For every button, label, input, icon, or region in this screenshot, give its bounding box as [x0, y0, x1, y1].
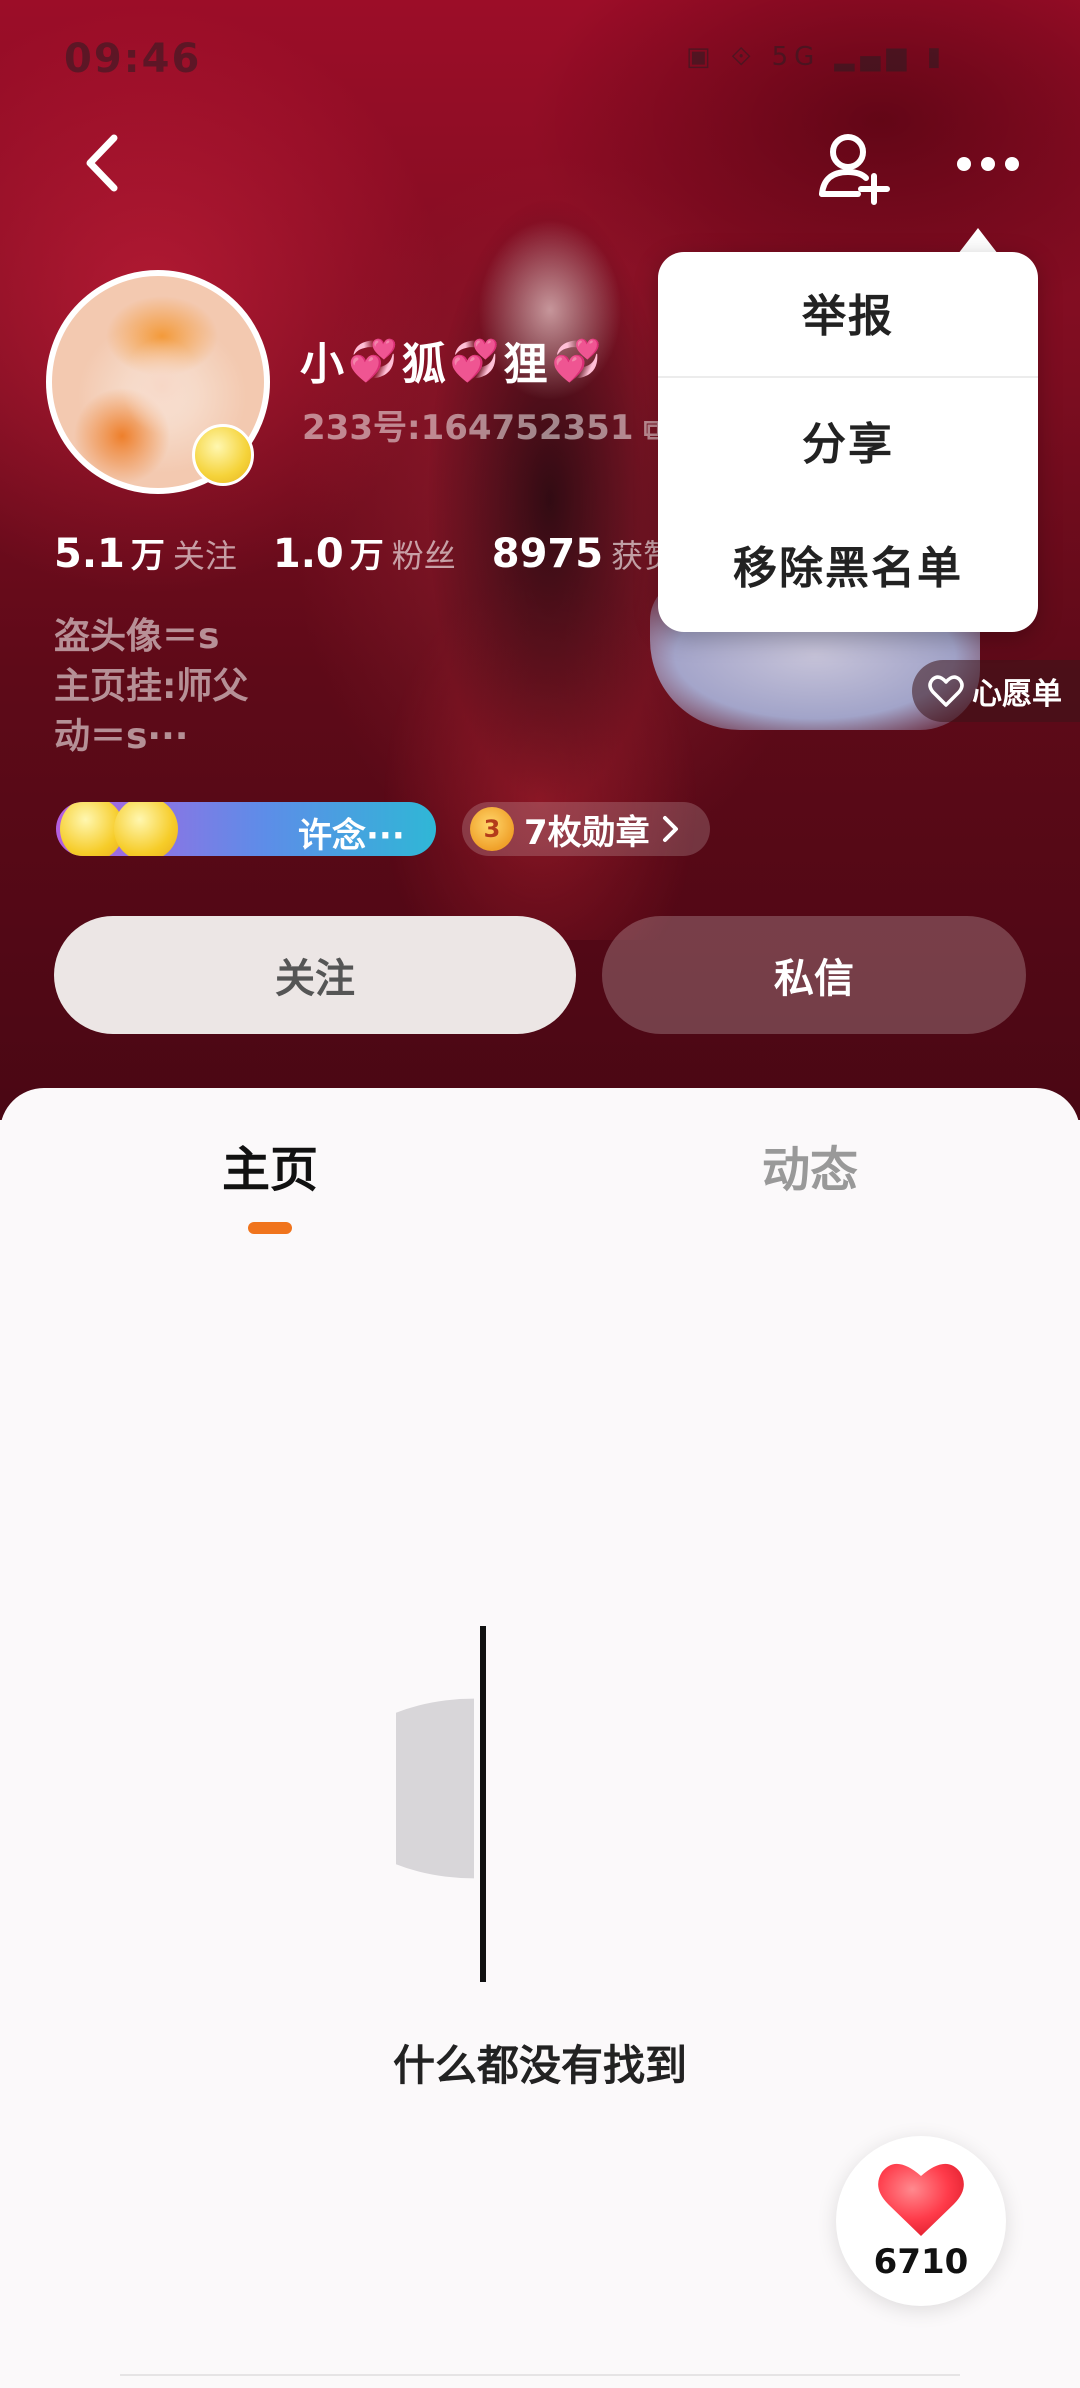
heart-emoji-icon: 💞 [449, 337, 500, 384]
chevron-left-icon [86, 134, 118, 192]
avatar-emoji-badge [192, 424, 254, 486]
heart-icon [878, 2163, 964, 2236]
stat-value: 1.0 [272, 531, 344, 577]
add-user-icon [819, 134, 890, 205]
menu-divider [658, 376, 1038, 378]
menu-item-report[interactable]: 举报 [658, 252, 1038, 372]
chevron-right-icon [662, 816, 678, 842]
medals-button[interactable]: 3 7枚勋章 [462, 802, 710, 856]
username-part: 小 [300, 339, 344, 390]
fan-tag-text: 许念··· [298, 816, 405, 856]
medal-icon-number: 3 [483, 815, 501, 843]
medals-label: 7枚勋章 [524, 812, 650, 853]
like-button[interactable]: 6710 [836, 2136, 1006, 2306]
fan-tag-pill[interactable]: 许念··· [56, 802, 436, 856]
user-id: 233号:164752351 ⧉ [302, 400, 663, 449]
stat-value: 5.1 [54, 531, 125, 577]
tab-feed[interactable]: 动态 [762, 1130, 858, 1200]
status-time: 09:46 [64, 36, 202, 82]
more-options-button[interactable] [950, 140, 1030, 200]
profile-stats: 5.1 万 关注 1.0 万 粉丝 8975 获赞 [54, 528, 711, 577]
heart-emoji-icon: 💞 [348, 337, 398, 384]
stat-followers[interactable]: 1.0 万 粉丝 [273, 528, 456, 577]
bio-line: 主页挂:师父 [54, 666, 249, 707]
bio[interactable]: 盗头像＝s 主页挂:师父 动＝s··· [54, 612, 248, 762]
username: 小 💞 狐 💞 狸 💞 [300, 325, 601, 395]
empty-state-text: 什么都没有找到 [392, 2041, 687, 2090]
bottom-edge [120, 2374, 960, 2388]
wishlist-label: 心愿单 [972, 677, 1062, 712]
menu-item-remove-blacklist[interactable]: 移除黑名单 [658, 504, 1038, 624]
more-dots-icon [957, 157, 1019, 171]
popup-arrow [958, 228, 998, 254]
follow-button[interactable]: 关注 [54, 916, 576, 1034]
stat-unit: 万 [130, 536, 165, 576]
stat-following[interactable]: 5.1 万 关注 [54, 528, 237, 577]
username-part: 狐 [401, 339, 446, 390]
tab-home[interactable]: 主页 [222, 1130, 318, 1200]
bio-line: 盗头像＝s [54, 616, 220, 657]
like-count: 6710 [873, 2242, 969, 2282]
wishlist-button[interactable]: 心愿单 [912, 660, 1080, 722]
back-button[interactable] [70, 128, 140, 198]
tab-active-indicator [248, 1222, 292, 1234]
empty-state-illustration [396, 1626, 486, 1982]
username-part: 狸 [503, 339, 548, 390]
medal-icon: 3 [470, 807, 514, 851]
more-options-menu: 举报 分享 移除黑名单 [658, 252, 1038, 632]
stat-value: 8975 [491, 531, 604, 577]
stat-likes: 8975 获赞 [492, 531, 675, 577]
user-id-text: 233号:164752351 [302, 408, 634, 448]
star-eyes-emoji-icon [114, 802, 178, 856]
heart-outline-icon [928, 675, 964, 707]
stat-unit: 万 [349, 536, 384, 576]
stat-label: 关注 [172, 537, 237, 575]
status-bar: 09:46 ▣ ⟐ 5G ▂▄▆ ▮ [0, 30, 1080, 90]
add-friend-button[interactable] [814, 128, 894, 208]
bio-line: 动＝s··· [54, 716, 189, 757]
status-icons: ▣ ⟐ 5G ▂▄▆ ▮ [686, 42, 948, 72]
menu-item-share[interactable]: 分享 [658, 380, 1038, 500]
heart-emoji-icon: 💞 [551, 337, 602, 384]
message-button[interactable]: 私信 [602, 916, 1026, 1034]
stat-label: 粉丝 [391, 537, 456, 575]
